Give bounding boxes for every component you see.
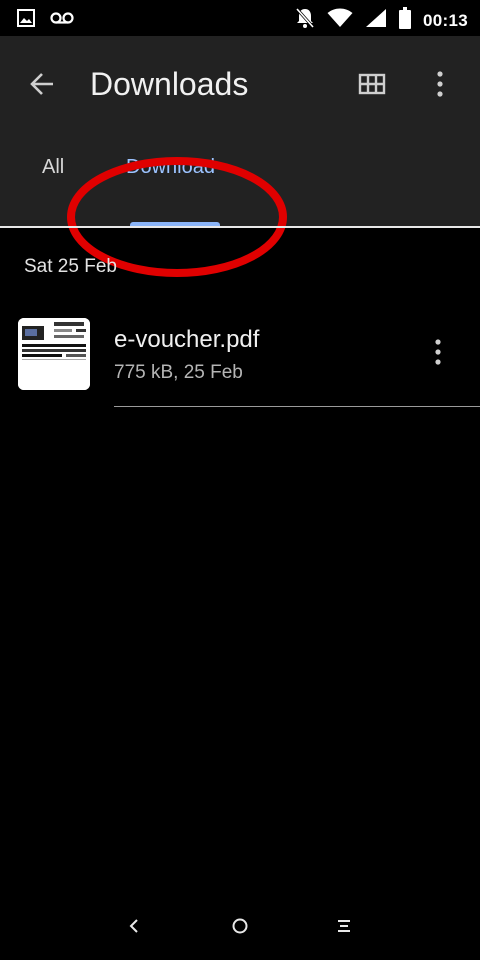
app-bar: Downloads All Download: [0, 36, 480, 277]
nav-back-icon: [128, 918, 140, 939]
nav-recents-button[interactable]: [326, 910, 362, 946]
wifi-icon: [327, 8, 353, 33]
image-icon: [16, 8, 36, 33]
back-button[interactable]: [22, 66, 62, 106]
tab-all[interactable]: All: [42, 156, 64, 179]
tab-download[interactable]: Download: [126, 156, 215, 179]
status-time: 00:13: [423, 10, 468, 30]
signal-icon: [365, 8, 387, 33]
nav-back-button[interactable]: [116, 910, 152, 946]
navigation-bar: [0, 896, 480, 960]
nav-home-icon: [231, 917, 249, 940]
more-vertical-icon: [436, 70, 444, 102]
notifications-off-icon: [295, 7, 315, 34]
header-divider: [0, 226, 480, 228]
nav-home-button[interactable]: [222, 910, 258, 946]
arrow-back-icon: [28, 70, 56, 103]
status-bar: 00:13: [0, 0, 480, 36]
date-header: Sat 25 Feb: [24, 256, 117, 277]
list-item[interactable]: e-voucher.pdf 775 kB, 25 Feb: [0, 300, 480, 408]
file-meta: 775 kB, 25 Feb: [114, 362, 243, 383]
grid-view-button[interactable]: [352, 66, 392, 106]
file-more-button[interactable]: [420, 336, 456, 372]
pdf-thumbnail: [18, 318, 90, 390]
nav-recents-icon: [336, 918, 352, 939]
voicemail-icon: [50, 11, 74, 30]
file-name: e-voucher.pdf: [114, 326, 260, 353]
page-title: Downloads: [90, 66, 249, 102]
list-divider: [114, 406, 480, 407]
battery-icon: [399, 7, 412, 34]
more-options-button[interactable]: [420, 66, 460, 106]
grid-view-icon: [358, 73, 386, 100]
more-vertical-icon: [434, 338, 442, 370]
